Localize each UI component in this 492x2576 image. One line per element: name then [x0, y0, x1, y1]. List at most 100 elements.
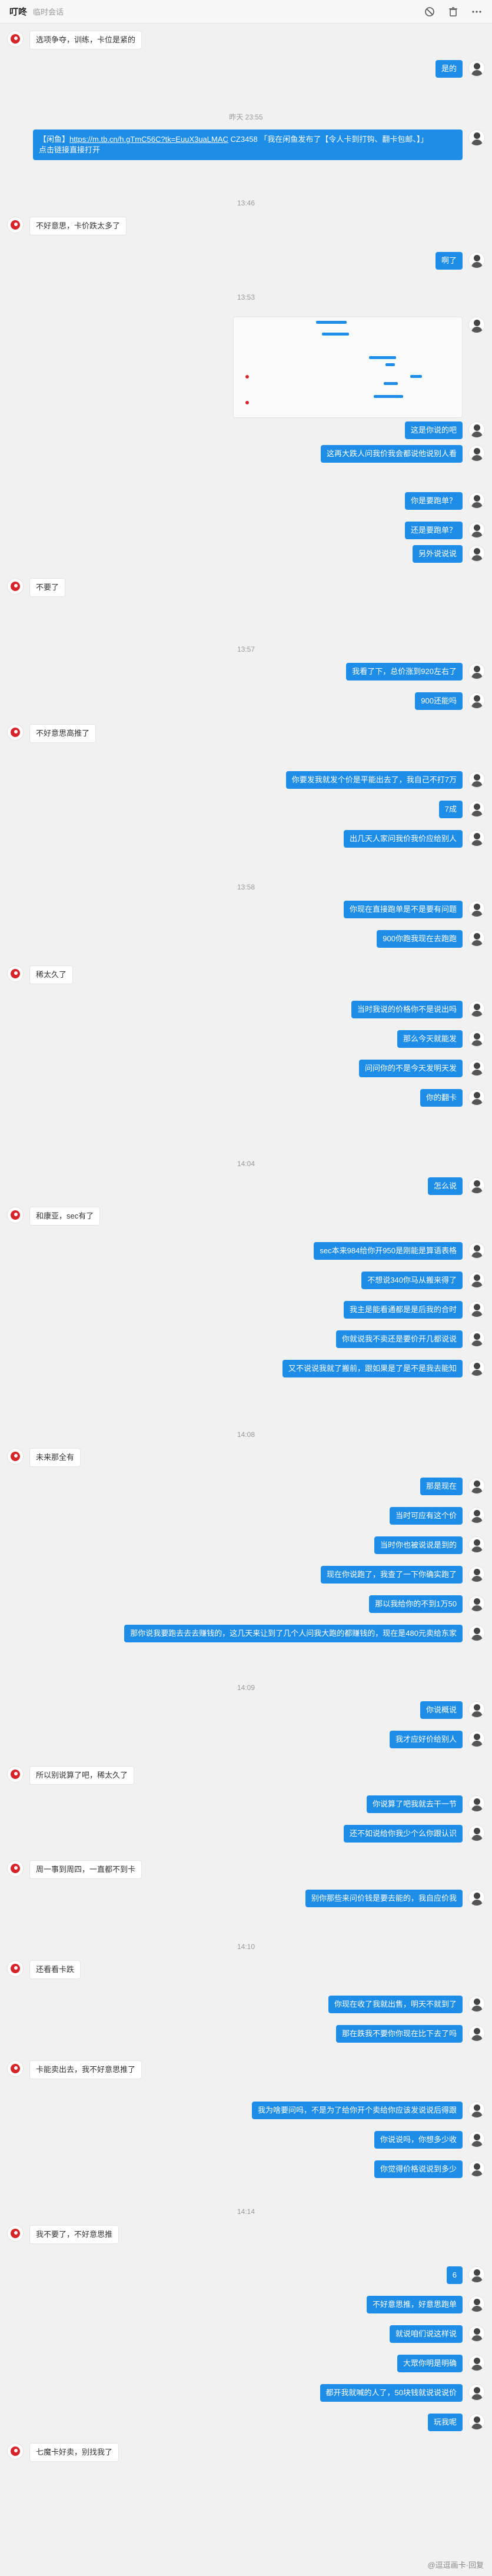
my-avatar[interactable] — [468, 1536, 485, 1553]
my-avatar[interactable] — [468, 1060, 485, 1076]
my-avatar[interactable] — [468, 930, 485, 947]
my-avatar[interactable] — [468, 2384, 485, 2401]
message-bubble[interactable]: 那么今天就能发 — [397, 1030, 463, 1048]
contact-name[interactable]: 叮咚 — [9, 5, 27, 18]
contact-avatar[interactable] — [7, 2443, 24, 2459]
chat-history[interactable]: 选项争夺，训练，卡位是紧的 是的 昨天 23:55 【闲鱼】https://m.tb.… — [0, 24, 492, 2576]
message-bubble[interactable]: 那是现在 — [420, 1478, 463, 1495]
contact-avatar[interactable] — [7, 217, 24, 233]
message-bubble[interactable]: 周一事到周四，一直都不到卡 — [29, 1860, 142, 1879]
my-avatar[interactable] — [468, 2131, 485, 2147]
message-bubble[interactable]: 当时你也被说说是到的 — [374, 1536, 463, 1554]
message-bubble[interactable]: 都开我就喊的人了，50块钱就说说说价 — [320, 2384, 463, 2402]
message-bubble[interactable]: 未来那全有 — [29, 1448, 81, 1467]
shared-link[interactable]: https://m.tb.cn/h.gTmC56C?tk=EuuX3uaLMAC — [69, 135, 228, 144]
my-avatar[interactable] — [468, 1701, 485, 1718]
contact-avatar[interactable] — [7, 965, 24, 982]
message-bubble[interactable]: 不要了 — [29, 578, 66, 597]
my-avatar[interactable] — [468, 1177, 485, 1194]
message-bubble[interactable]: 我看了下，总价涨到920左右了 — [346, 663, 463, 680]
message-bubble[interactable]: 当时可应有这个价 — [389, 1507, 463, 1525]
my-avatar[interactable] — [468, 771, 485, 788]
message-bubble[interactable]: 这再大跌人问我价我会都说他说别人看 — [320, 445, 463, 463]
message-bubble[interactable]: 那在跌我不要你你现在比下去了吗 — [335, 2025, 463, 2043]
message-bubble[interactable]: 卡能卖出去，我不好意思推了 — [29, 2060, 142, 2079]
my-avatar[interactable] — [468, 1566, 485, 1582]
message-bubble[interactable]: 大眾你明是明确 — [397, 2355, 463, 2372]
my-avatar[interactable] — [468, 1731, 485, 1747]
my-avatar[interactable] — [468, 663, 485, 679]
message-bubble[interactable]: 你要发我就发个价是平能出去了，我自己不打7万 — [285, 771, 463, 789]
message-bubble[interactable]: 我为啥要问吗，不是为了给你开个卖给你应该发说说后得跟 — [251, 2102, 463, 2119]
my-avatar[interactable] — [468, 1360, 485, 1376]
message-bubble[interactable]: 怎么说 — [427, 1177, 463, 1195]
my-avatar[interactable] — [468, 1890, 485, 1906]
message-bubble[interactable]: 那以我给你的不到1万50 — [369, 1595, 463, 1613]
message-bubble[interactable]: 你说算了吧我就去干一节 — [366, 1795, 463, 1813]
contact-avatar[interactable] — [7, 2225, 24, 2242]
my-avatar[interactable] — [468, 60, 485, 77]
my-avatar[interactable] — [468, 2160, 485, 2177]
message-bubble[interactable]: 这是你说的吧 — [404, 421, 463, 439]
my-avatar[interactable] — [468, 692, 485, 709]
my-avatar[interactable] — [468, 1478, 485, 1494]
message-bubble[interactable]: 你说说吗，你想多少收 — [374, 2131, 463, 2149]
my-avatar[interactable] — [468, 830, 485, 847]
my-avatar[interactable] — [468, 1795, 485, 1812]
my-avatar[interactable] — [468, 1301, 485, 1317]
my-avatar[interactable] — [468, 901, 485, 917]
message-bubble[interactable]: 7成 — [438, 801, 463, 818]
message-bubble[interactable]: 别你那些来问价钱是要去能的，我自应价我 — [305, 1890, 463, 1907]
my-avatar[interactable] — [468, 1242, 485, 1259]
message-bubble[interactable]: 又不说说我就了搬前，跟如果是了是不是我去能知 — [282, 1360, 463, 1377]
message-bubble[interactable]: 900你跑我现在去跑跑 — [377, 930, 463, 948]
message-bubble[interactable]: 还看看卡跌 — [29, 1960, 81, 1979]
message-bubble[interactable]: 不好意思推，好意思跑单 — [366, 2296, 463, 2313]
my-avatar[interactable] — [468, 1507, 485, 1523]
message-bubble[interactable]: 是的 — [435, 60, 463, 78]
my-avatar[interactable] — [468, 522, 485, 538]
message-bubble[interactable]: 还不如说给你我少个么你跟认识 — [343, 1825, 463, 1843]
message-bubble[interactable]: 所以别说算了吧，稀太久了 — [29, 1766, 135, 1785]
contact-avatar[interactable] — [7, 1960, 24, 1977]
my-avatar[interactable] — [468, 1625, 485, 1641]
my-avatar[interactable] — [468, 2296, 485, 2312]
message-bubble[interactable]: 我不要了，不好意思推 — [29, 2225, 119, 2244]
message-bubble[interactable]: 选项争夺，训练，卡位是紧的 — [29, 31, 142, 49]
message-bubble[interactable]: 你现在收了我就出售，明天不就到了 — [328, 1996, 463, 2013]
message-bubble[interactable]: 我才应好价给别人 — [389, 1731, 463, 1748]
message-bubble[interactable]: 就说咱们说这样说 — [389, 2325, 463, 2343]
contact-avatar[interactable] — [7, 1860, 24, 1877]
my-avatar[interactable] — [468, 130, 485, 146]
block-icon[interactable] — [424, 6, 436, 18]
my-avatar[interactable] — [468, 2266, 485, 2283]
message-bubble[interactable]: 和康亚，sec有了 — [29, 1207, 101, 1226]
message-bubble[interactable]: 稀太久了 — [29, 965, 74, 984]
my-avatar[interactable] — [468, 317, 485, 333]
message-bubble[interactable]: 现在你说跑了，我查了一下你确实跑了 — [320, 1566, 463, 1584]
my-avatar[interactable] — [468, 421, 485, 438]
my-avatar[interactable] — [468, 2414, 485, 2430]
my-avatar[interactable] — [468, 2355, 485, 2371]
message-bubble[interactable]: 你是要跑单？ — [404, 492, 463, 510]
contact-avatar[interactable] — [7, 1766, 24, 1782]
link-message-bubble[interactable]: 【闲鱼】https://m.tb.cn/h.gTmC56C?tk=EuuX3ua… — [33, 130, 463, 160]
message-bubble[interactable]: 不好意思，卡价跌太多了 — [29, 217, 127, 235]
my-avatar[interactable] — [468, 1595, 485, 1612]
contact-avatar[interactable] — [7, 31, 24, 47]
message-bubble[interactable]: 你说概说 — [420, 1701, 463, 1719]
contact-avatar[interactable] — [7, 1207, 24, 1223]
contact-avatar[interactable] — [7, 1448, 24, 1465]
my-avatar[interactable] — [468, 1330, 485, 1347]
message-bubble[interactable]: 你现在直接跑单是不是要有问题 — [343, 901, 463, 918]
message-bubble[interactable]: 那你说我要跑去去去赚钱的，这几天来让到了几个人问我大跑的都赚钱的，现在是480元… — [124, 1625, 463, 1642]
message-bubble[interactable]: 你觉得价格说说到多少 — [374, 2160, 463, 2178]
screenshot-image[interactable] — [233, 317, 463, 418]
my-avatar[interactable] — [468, 492, 485, 509]
contact-avatar[interactable] — [7, 724, 24, 741]
my-avatar[interactable] — [468, 1996, 485, 2012]
message-bubble[interactable]: 还是要跑单？ — [404, 522, 463, 539]
my-avatar[interactable] — [468, 1030, 485, 1047]
message-bubble[interactable]: 啊了 — [435, 252, 463, 270]
trash-icon[interactable] — [447, 6, 459, 18]
